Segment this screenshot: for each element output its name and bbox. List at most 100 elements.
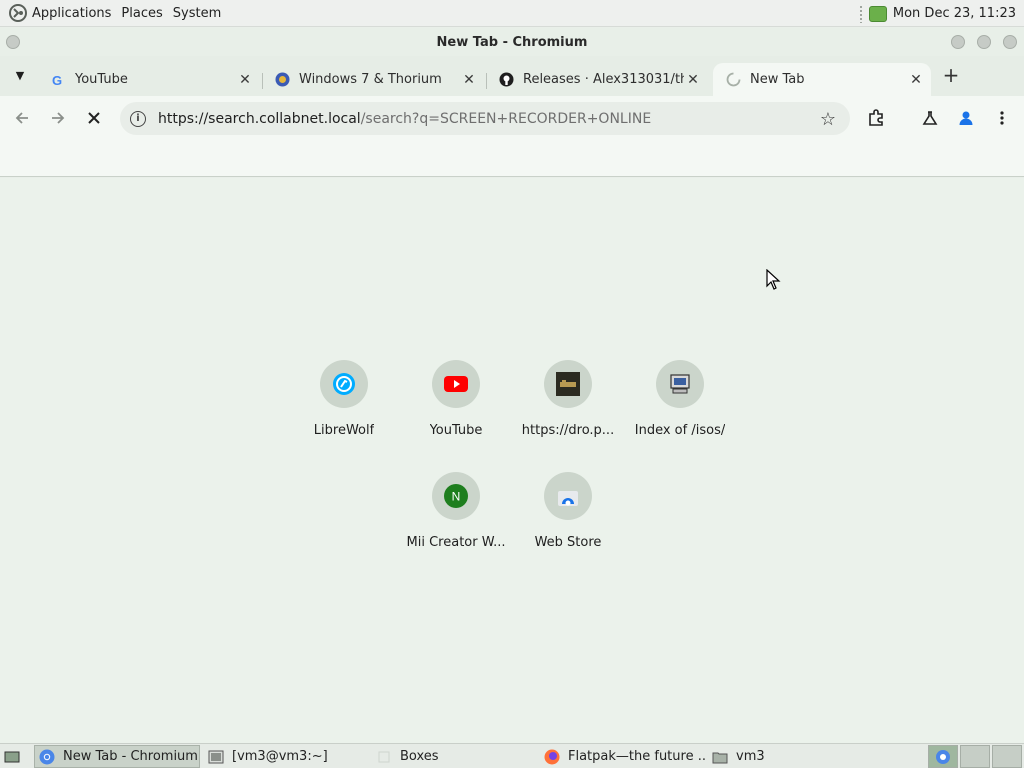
extensions-button[interactable] [863,105,889,131]
back-arrow-icon [15,112,28,124]
url-text[interactable]: https://search.collabnet.local/search?q=… [158,111,651,127]
tab-windows-7-thorium[interactable]: Windows 7 & Thorium ✕ [262,63,484,96]
debian-menu-icon[interactable] [8,3,28,23]
taskbar-label: New Tab - Chromium [63,749,198,764]
web-store-icon [558,491,578,506]
menu-button[interactable] [989,105,1015,131]
taskbar-item-boxes[interactable]: Boxes [372,745,538,768]
flask-icon [922,111,938,125]
shortcut-label: https://dro.p... [521,423,615,438]
workspace-1[interactable] [928,745,958,768]
shortcut-index-of-isos[interactable]: Index of /isos/ [624,356,736,460]
shortcut-label: Web Store [534,535,602,550]
workspace-3[interactable] [992,745,1022,768]
panel-grip[interactable] [858,4,863,23]
shortcut-dro[interactable]: https://dro.p... [512,356,624,460]
shortcut-icon-wrap [544,360,592,408]
shortcut-librewolf[interactable]: LibreWolf [288,356,400,460]
forward-button[interactable] [45,105,71,131]
shortcut-icon-wrap [656,360,704,408]
top-panel: Applications Places System Mon Dec 23, 1… [0,0,1024,27]
shortcut-icon-wrap [432,360,480,408]
profile-avatar-icon [959,111,973,125]
mouse-cursor-icon [766,269,781,290]
window-title-bar[interactable]: New Tab - Chromium [0,28,1024,56]
stop-loading-button[interactable] [81,105,107,131]
new-tab-page: LibreWolf YouTube https://dro.p... Index… [0,178,1024,743]
close-icon[interactable]: ✕ [684,72,702,88]
loading-spinner-icon [725,72,741,88]
letter-n-icon: N [444,484,468,508]
shortcut-icon-wrap [320,360,368,408]
shortcut-label: Index of /isos/ [634,423,726,438]
google-icon: G [50,72,66,88]
tab-youtube[interactable]: G YouTube ✕ [38,63,260,96]
puzzle-icon [869,109,883,126]
profile-button[interactable] [953,105,979,131]
svg-text:G: G [52,73,62,87]
thorium-icon [274,72,290,88]
close-icon[interactable]: ✕ [460,72,478,88]
url-path: /search?q=SCREEN+RECORDER+ONLINE [360,110,652,127]
back-button[interactable] [9,105,35,131]
taskbar-item-vm3-folder[interactable]: vm3 [708,745,874,768]
shortcut-icon-wrap: N [432,472,480,520]
window-menu-button[interactable] [6,35,20,49]
bookmarks-bar [0,141,1024,177]
maximize-button[interactable] [977,35,991,49]
tab-search-chevron-down-icon[interactable]: ▼ [10,66,30,86]
update-notifier-icon[interactable] [868,5,887,22]
workspace-2[interactable] [960,745,990,768]
show-desktop-icon [4,751,20,762]
taskbar-item-chromium[interactable]: New Tab - Chromium [34,745,200,768]
tab-title: Releases · Alex313031/tho [523,72,684,87]
shortcut-label: LibreWolf [313,423,375,438]
forward-arrow-icon [52,112,65,124]
system-menu[interactable]: System [173,6,221,21]
taskbar-label: Flatpak—the future ... [568,749,706,764]
places-menu[interactable]: Places [121,6,162,21]
close-window-button[interactable] [1003,35,1017,49]
shortcut-youtube[interactable]: YouTube [400,356,512,460]
taskbar-label: vm3 [736,749,765,764]
computer-icon [670,374,690,394]
tab-releases-github[interactable]: Releases · Alex313031/tho ✕ [486,63,708,96]
show-desktop-button[interactable] [0,745,28,768]
site-info-icon[interactable]: i [130,110,146,127]
close-icon[interactable]: ✕ [236,72,254,88]
chromium-icon [39,749,55,764]
url-host: https://search.collabnet.local [158,110,361,127]
close-icon [88,112,100,124]
minimize-button[interactable] [951,35,965,49]
boxes-icon [378,751,390,762]
taskbar-item-terminal[interactable]: [vm3@vm3:~] [204,745,370,768]
bookmark-star-icon[interactable]: ☆ [820,109,836,130]
applications-menu[interactable]: Applications [32,6,111,21]
shortcut-web-store[interactable]: Web Store [512,468,624,572]
close-icon[interactable]: ✕ [907,72,925,88]
shortcut-icon-wrap [544,472,592,520]
folder-icon [712,752,728,763]
tab-title: New Tab [750,72,805,87]
youtube-icon [444,376,468,392]
shortcut-mii-creator[interactable]: N Mii Creator W... [400,468,512,572]
new-tab-button[interactable]: + [940,64,962,86]
terminal-icon [208,750,224,763]
address-bar[interactable]: i https://search.collabnet.local/search?… [120,102,850,135]
panel-clock[interactable]: Mon Dec 23, 11:23 [893,6,1016,21]
site-thumbnail-icon [556,372,580,396]
chromium-icon [936,750,950,764]
bottom-panel: New Tab - Chromium [vm3@vm3:~] Boxes Fla… [0,743,1024,768]
shortcut-label: YouTube [429,423,483,438]
tab-new-tab[interactable]: New Tab ✕ [713,63,931,96]
panel-tray: Mon Dec 23, 11:23 [858,0,1016,27]
window-title: New Tab - Chromium [436,34,588,50]
firefox-icon [544,749,560,764]
tab-strip: G YouTube ✕ Windows 7 & Thorium ✕ Releas… [0,56,1024,96]
github-icon [498,72,514,88]
tab-title: YouTube [75,72,128,87]
labs-button[interactable] [917,105,943,131]
taskbar-label: [vm3@vm3:~] [232,749,328,764]
taskbar-label: Boxes [400,749,439,764]
taskbar-item-firefox[interactable]: Flatpak—the future ... [540,745,706,768]
